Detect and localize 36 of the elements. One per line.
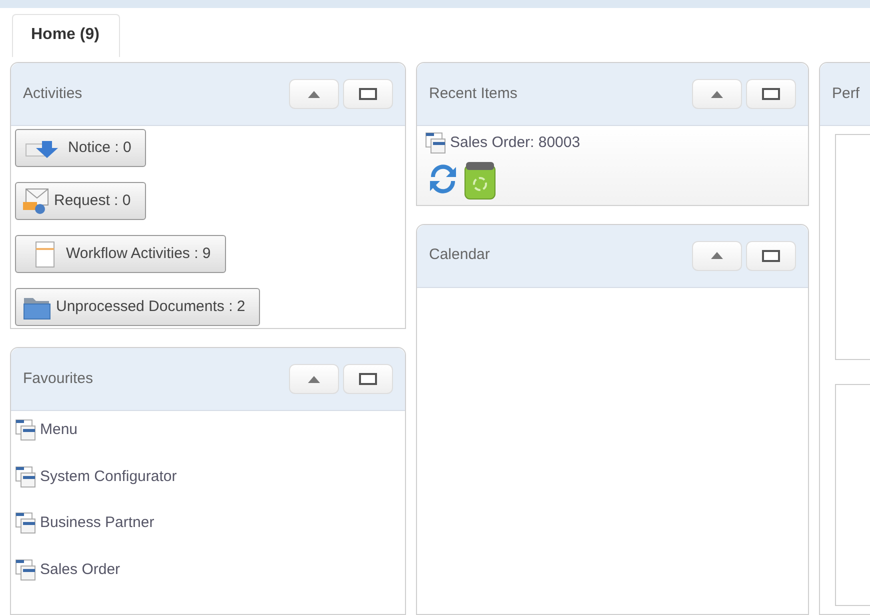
collapse-button[interactable] [289, 364, 339, 394]
favourite-link[interactable]: Sales Order [15, 558, 401, 581]
window-icon [359, 88, 377, 100]
window-icon [359, 373, 377, 385]
activity-button[interactable]: Notice : 0 [15, 129, 146, 167]
window-icon [15, 558, 37, 581]
favourite-link[interactable]: System Configurator [15, 466, 401, 488]
favourite-link[interactable]: Menu [15, 419, 401, 442]
activity-button[interactable]: Request : 0 [15, 182, 146, 220]
window-icon [15, 419, 37, 442]
panel-title: Perf [832, 84, 860, 104]
collapse-button[interactable] [692, 240, 742, 270]
window-icon [15, 466, 37, 488]
window-icon [762, 88, 780, 100]
tab[interactable]: Home (9) [12, 14, 120, 57]
triangle-up-icon [711, 252, 723, 259]
activity-button[interactable]: Unprocessed Documents : 2 [15, 288, 260, 326]
triangle-up-icon [308, 90, 320, 98]
window-icon [425, 132, 447, 154]
triangle-up-icon [711, 90, 723, 98]
activity-button[interactable]: Workflow Activities : 9 [15, 235, 226, 273]
maximize-button[interactable] [343, 79, 393, 109]
panel-title: Favourites [23, 368, 94, 389]
collapse-button[interactable] [289, 79, 339, 109]
favourite-link[interactable]: Business Partner [15, 512, 401, 534]
collapse-button[interactable] [692, 79, 742, 109]
envelope-icon [22, 187, 50, 215]
triangle-up-icon [308, 376, 320, 382]
panel-title: Recent Items [429, 84, 518, 104]
panel-title: Activities [23, 84, 82, 104]
window-icon [762, 250, 780, 262]
window-icon [15, 512, 37, 534]
maximize-button[interactable] [343, 364, 393, 394]
panel-title: Calendar [429, 245, 490, 266]
maximize-button[interactable] [746, 79, 796, 109]
maximize-button[interactable] [746, 240, 796, 270]
